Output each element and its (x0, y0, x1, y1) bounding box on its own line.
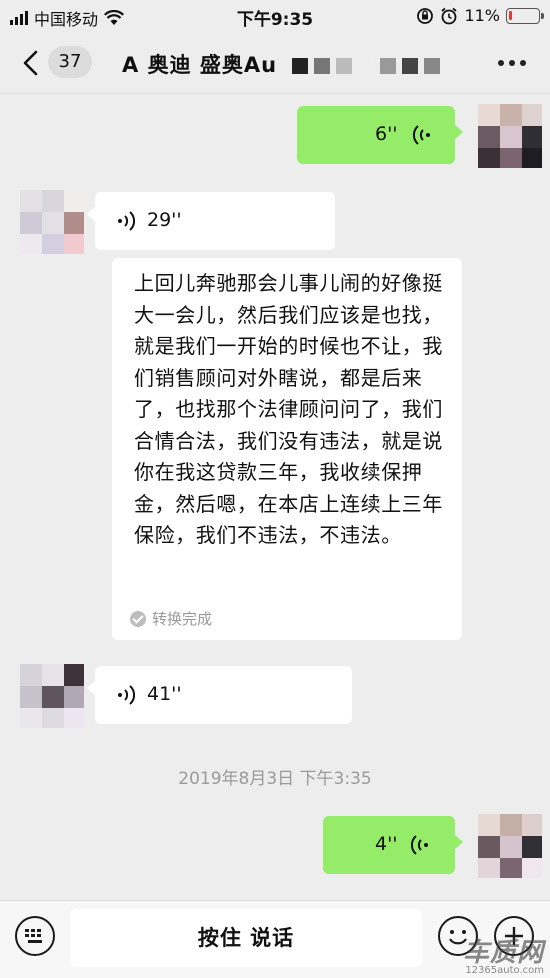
unread-count-badge[interactable]: 37 (48, 46, 92, 78)
battery-level (509, 10, 512, 20)
more-options-icon[interactable] (498, 60, 526, 66)
alarm-icon (441, 7, 458, 24)
outgoing-voice-message[interactable]: 4'' (323, 816, 463, 874)
voice-wave-icon (118, 685, 135, 705)
back-arrow-icon[interactable] (20, 49, 42, 77)
conversion-status-label: 转换完成 (152, 610, 213, 628)
contact-avatar[interactable] (20, 664, 84, 728)
voice-duration: 6'' (375, 123, 398, 145)
orientation-lock-icon (417, 7, 434, 24)
voice-wave-icon (118, 211, 135, 231)
voice-wave-icon (411, 835, 428, 855)
self-avatar[interactable] (478, 104, 542, 168)
check-circle-icon (130, 610, 146, 627)
battery-icon (506, 7, 544, 24)
voice-duration: 41'' (147, 683, 182, 705)
voice-duration: 29'' (147, 209, 182, 231)
message-timestamp: 2019年8月3日 下午3:35 (178, 769, 372, 789)
title-redaction-mosaic (292, 58, 440, 74)
voice-transcript-card[interactable]: 上回儿奔驰那会儿事儿闹的好像挺大一会儿，然后我们应该是也找，就是我们一开始的时候… (112, 258, 462, 640)
outgoing-voice-message[interactable]: 6'' (297, 106, 463, 164)
voice-wave-icon (413, 125, 430, 145)
transcript-text: 上回儿奔驰那会儿事儿闹的好像挺大一会儿，然后我们应该是也找，就是我们一开始的时候… (134, 271, 443, 547)
status-bar: 中国移动 下午9:35 11% (0, 0, 550, 32)
hold-to-talk-button[interactable]: 按住 说话 (70, 909, 422, 967)
status-right: 11% (416, 6, 544, 25)
watermark-main: 车质网 (462, 938, 544, 968)
conversion-status: 转换完成 (130, 608, 212, 629)
incoming-voice-message[interactable]: 29'' (87, 192, 335, 250)
chat-title: A 奥迪 盛奥Au (122, 53, 278, 77)
watermark-sub: 12365auto.com (465, 965, 544, 976)
contact-avatar[interactable] (20, 190, 84, 254)
chat-header: 37 A 奥迪 盛奥Au (0, 32, 550, 94)
keyboard-icon[interactable] (15, 916, 55, 956)
self-avatar[interactable] (478, 814, 542, 878)
incoming-voice-message[interactable]: 41'' (87, 666, 352, 724)
voice-duration: 4'' (375, 833, 398, 855)
site-watermark: 车质网 12365auto.com (463, 932, 544, 976)
battery-percent: 11% (464, 6, 500, 25)
